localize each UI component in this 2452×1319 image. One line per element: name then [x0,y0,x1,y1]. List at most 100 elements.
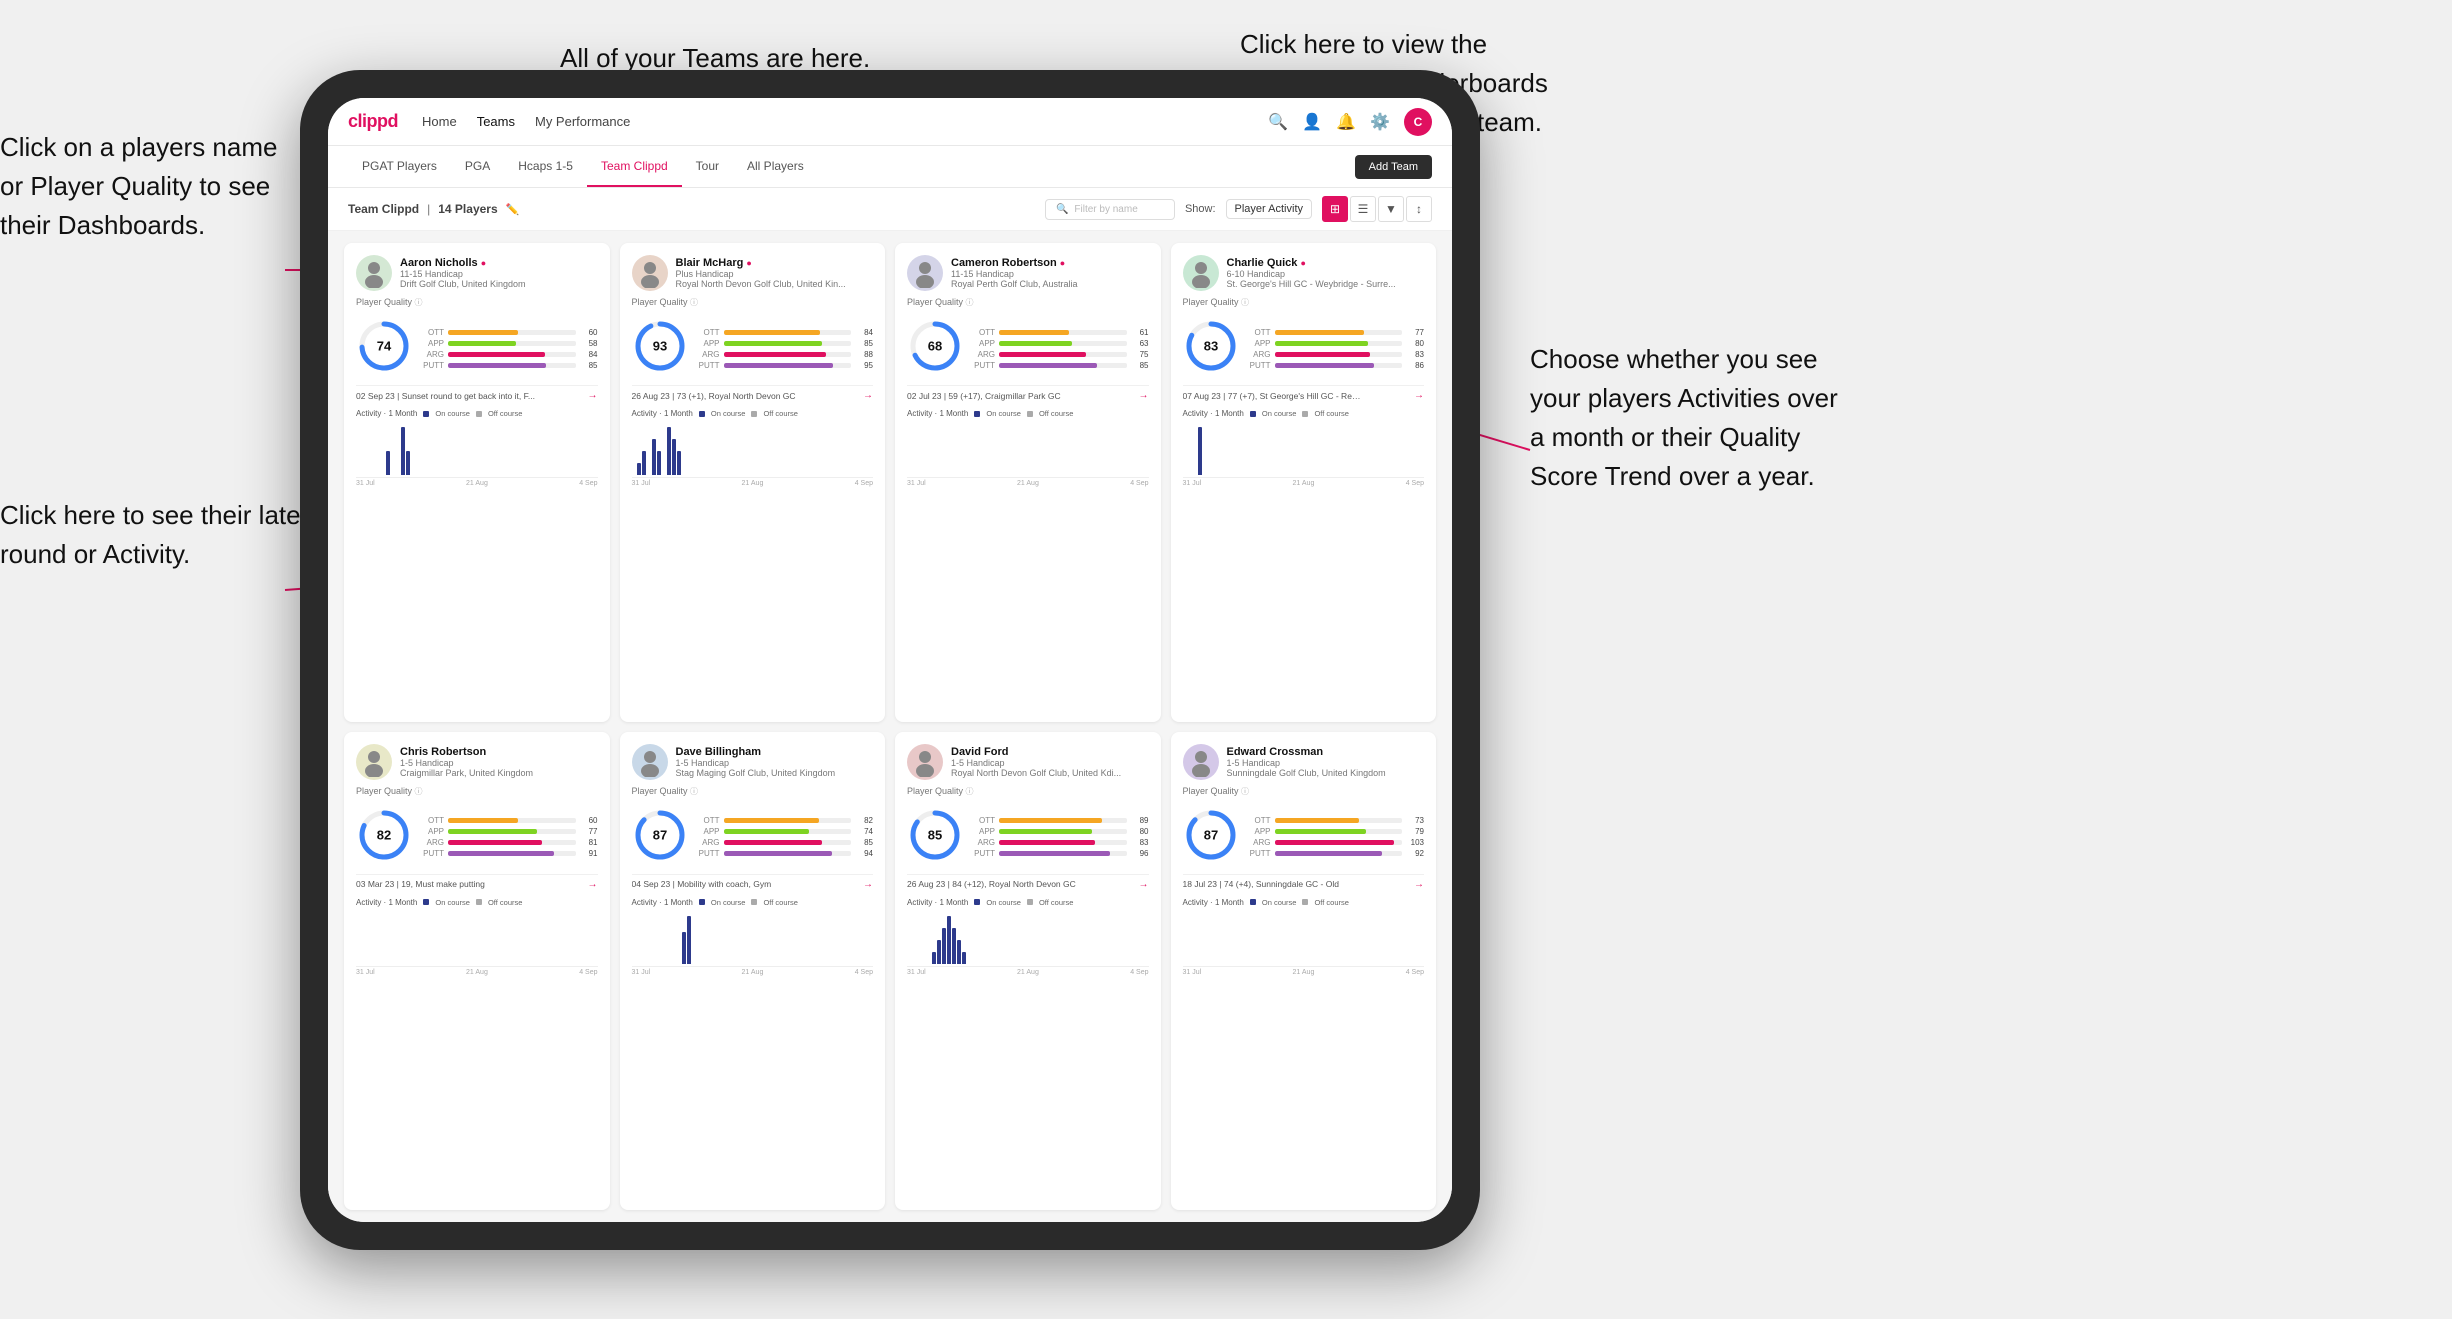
player-name[interactable]: David Ford [951,746,1149,758]
quality-section[interactable]: 85 OTT 89 APP 80 A [907,807,1149,868]
app-fill [724,829,809,834]
ott-value: 82 [855,816,873,825]
latest-round-text: 04 Sep 23 | Mobility with coach, Gym [632,879,772,889]
quality-ring[interactable]: 87 [632,807,688,868]
quality-ring[interactable]: 82 [356,807,412,868]
app-fill [448,341,516,346]
quality-ring[interactable]: 93 [632,318,688,379]
player-card[interactable]: David Ford 1-5 Handicap Royal North Devo… [895,732,1161,1211]
profile-icon[interactable]: 👤 [1302,112,1322,132]
player-card[interactable]: Charlie Quick ● 6-10 Handicap St. George… [1171,243,1437,722]
on-course-label: On course [711,409,746,418]
bell-icon[interactable]: 🔔 [1336,112,1356,132]
player-card[interactable]: Dave Billingham 1-5 Handicap Stag Maging… [620,732,886,1211]
on-course-label: On course [986,409,1021,418]
quality-section[interactable]: 74 OTT 60 APP 58 A [356,318,598,379]
player-card[interactable]: Cameron Robertson ● 11-15 Handicap Royal… [895,243,1161,722]
player-info: Cameron Robertson ● 11-15 Handicap Royal… [951,257,1149,289]
chart-area [632,911,874,967]
latest-round[interactable]: 26 Aug 23 | 73 (+1), Royal North Devon G… [632,385,874,401]
show-select[interactable]: Player Activity [1226,199,1312,219]
chart-label-sep: 4 Sep [1130,969,1148,976]
app-bar-row: APP 74 [696,827,874,836]
quality-ring[interactable]: 85 [907,807,963,868]
quality-section[interactable]: 82 OTT 60 APP 77 A [356,807,598,868]
latest-round-arrow[interactable]: → [1139,390,1149,401]
latest-round[interactable]: 04 Sep 23 | Mobility with coach, Gym → [632,874,874,890]
tab-hcaps[interactable]: Hcaps 1-5 [504,146,587,187]
player-card[interactable]: Blair McHarg ● Plus Handicap Royal North… [620,243,886,722]
player-card[interactable]: Aaron Nicholls ● 11-15 Handicap Drift Go… [344,243,610,722]
chart-x-labels: 31 Jul 21 Aug 4 Sep [632,969,874,976]
tab-all-players[interactable]: All Players [733,146,818,187]
latest-round[interactable]: 02 Sep 23 | Sunset round to get back int… [356,385,598,401]
tab-pgat-players[interactable]: PGAT Players [348,146,451,187]
quality-section[interactable]: 87 OTT 82 APP 74 A [632,807,874,868]
arg-label: ARG [696,350,720,359]
app-value: 77 [580,827,598,836]
ott-fill [1275,818,1359,823]
quality-ring[interactable]: 68 [907,318,963,379]
search-icon[interactable]: 🔍 [1268,112,1288,132]
latest-round-arrow[interactable]: → [588,390,598,401]
quality-ring[interactable]: 87 [1183,807,1239,868]
player-name[interactable]: Cameron Robertson ● [951,257,1149,269]
sort-button[interactable]: ↕ [1406,196,1432,222]
quality-section[interactable]: 68 OTT 61 APP 63 A [907,318,1149,379]
latest-round-arrow[interactable]: → [1414,390,1424,401]
quality-label: Player Quality ⓘ [1183,786,1425,797]
nav-link-teams[interactable]: Teams [477,110,515,133]
latest-round-arrow[interactable]: → [863,879,873,890]
player-header: Chris Robertson 1-5 Handicap Craigmillar… [356,744,598,780]
add-team-button[interactable]: Add Team [1355,155,1432,179]
nav-link-home[interactable]: Home [422,110,457,133]
list-view-button[interactable]: ☰ [1350,196,1376,222]
latest-round-arrow[interactable]: → [1139,879,1149,890]
latest-round-arrow[interactable]: → [863,390,873,401]
player-name[interactable]: Edward Crossman [1227,746,1425,758]
latest-round-arrow[interactable]: → [588,879,598,890]
player-card[interactable]: Chris Robertson 1-5 Handicap Craigmillar… [344,732,610,1211]
player-name[interactable]: Dave Billingham [676,746,874,758]
player-name[interactable]: Charlie Quick ● [1227,257,1425,269]
ott-bar-row: OTT 60 [420,328,598,337]
on-course-label: On course [1262,898,1297,907]
grid-view-button[interactable]: ⊞ [1322,196,1348,222]
putt-bar-row: PUTT 94 [696,849,874,858]
quality-section[interactable]: 83 OTT 77 APP 80 A [1183,318,1425,379]
player-name[interactable]: Blair McHarg ● [676,257,874,269]
player-club: Royal Perth Golf Club, Australia [951,279,1149,289]
latest-round[interactable]: 02 Jul 23 | 59 (+17), Craigmillar Park G… [907,385,1149,401]
edit-icon[interactable]: ✏️ [506,203,520,216]
tab-team-clippd[interactable]: Team Clippd [587,146,682,187]
chart-area [907,911,1149,967]
settings-icon[interactable]: ⚙️ [1370,112,1390,132]
quality-bars: OTT 60 APP 77 ARG [420,816,598,858]
nav-link-my-performance[interactable]: My Performance [535,110,630,133]
search-box[interactable]: 🔍 Filter by name [1045,199,1175,220]
player-name[interactable]: Aaron Nicholls ● [400,257,598,269]
annotation-player-name: Click on a players nameor Player Quality… [0,128,277,245]
quality-section[interactable]: 93 OTT 84 APP 85 A [632,318,874,379]
latest-round-arrow[interactable]: → [1414,879,1424,890]
tab-tour[interactable]: Tour [682,146,733,187]
chart-label-aug: 21 Aug [742,969,764,976]
latest-round[interactable]: 26 Aug 23 | 84 (+12), Royal North Devon … [907,874,1149,890]
putt-label: PUTT [420,849,444,858]
avatar[interactable]: C [1404,108,1432,136]
activity-label: Activity · 1 Month [356,898,417,907]
player-name[interactable]: Chris Robertson [400,746,598,758]
tab-pga[interactable]: PGA [451,146,504,187]
quality-ring[interactable]: 83 [1183,318,1239,379]
latest-round[interactable]: 07 Aug 23 | 77 (+7), St George's Hill GC… [1183,385,1425,401]
player-card[interactable]: Edward Crossman 1-5 Handicap Sunningdale… [1171,732,1437,1211]
quality-ring[interactable]: 74 [356,318,412,379]
player-handicap: 1-5 Handicap [951,758,1149,768]
off-course-dot [476,899,482,905]
activity-label: Activity · 1 Month [1183,409,1244,418]
putt-value: 94 [855,849,873,858]
filter-button[interactable]: ▼ [1378,196,1404,222]
quality-section[interactable]: 87 OTT 73 APP 79 A [1183,807,1425,868]
latest-round[interactable]: 18 Jul 23 | 74 (+4), Sunningdale GC - Ol… [1183,874,1425,890]
latest-round[interactable]: 03 Mar 23 | 19, Must make putting → [356,874,598,890]
